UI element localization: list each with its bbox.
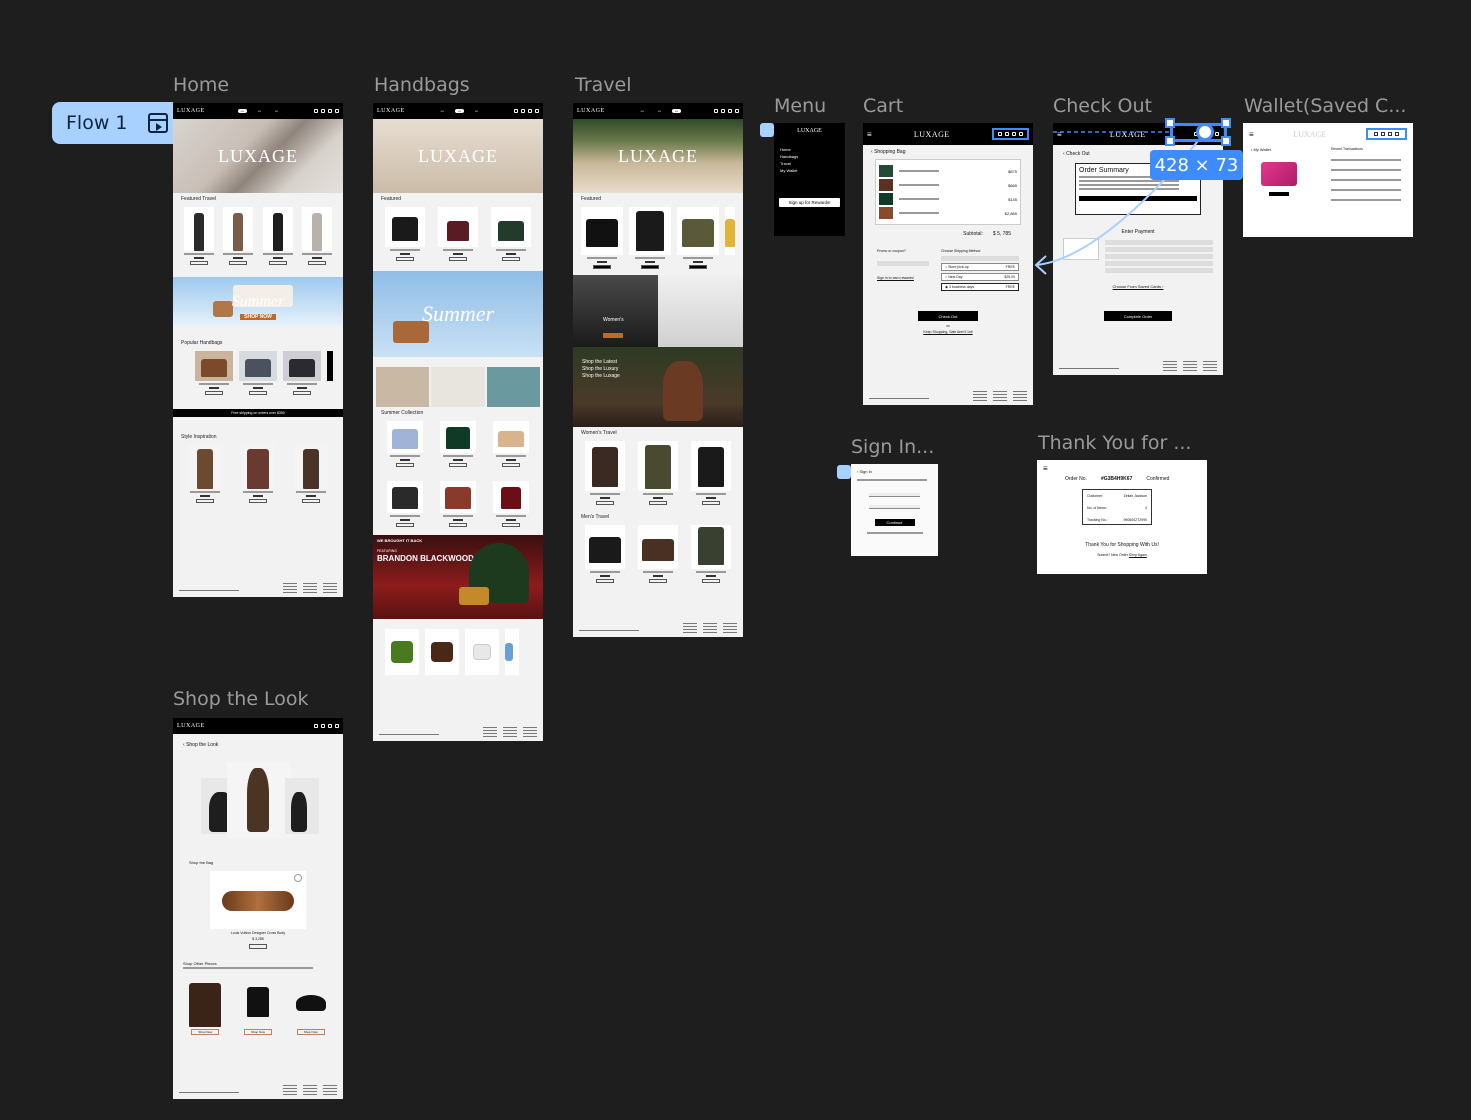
- connection-node[interactable]: [1196, 123, 1214, 141]
- resize-handle[interactable]: [1165, 136, 1175, 146]
- figma-canvas[interactable]: Flow 1 Home Handbags Travel Menu Cart Ch…: [0, 0, 1471, 1120]
- selection-size-badge: 428 × 73: [1150, 150, 1243, 180]
- prototype-connector: [1034, 131, 1206, 275]
- resize-handle[interactable]: [1165, 118, 1175, 128]
- resize-handle[interactable]: [1221, 136, 1231, 146]
- resize-handle[interactable]: [1221, 118, 1231, 128]
